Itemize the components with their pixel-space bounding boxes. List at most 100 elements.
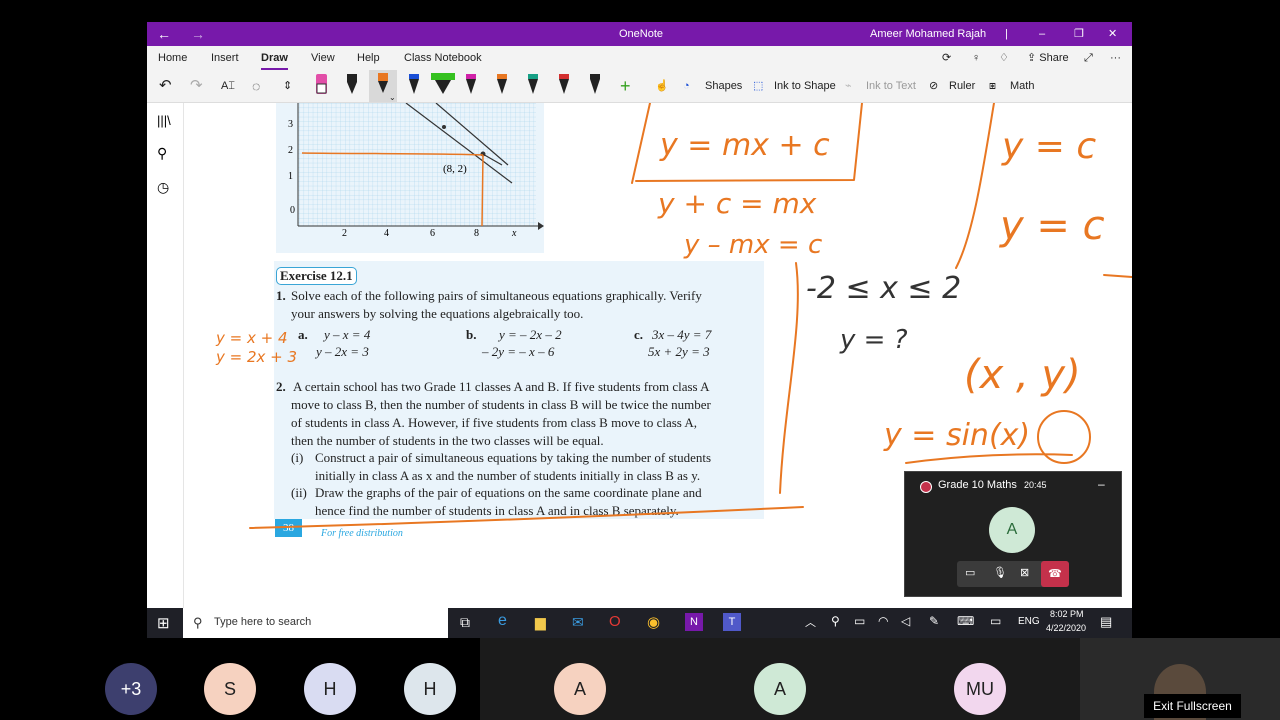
pen-red[interactable] bbox=[559, 74, 569, 94]
shapes-icon[interactable]: ◔ bbox=[683, 70, 690, 102]
pen-blue[interactable] bbox=[409, 74, 419, 94]
eraser-icon[interactable] bbox=[316, 74, 327, 94]
participant-avatar-h1[interactable]: H bbox=[304, 663, 356, 715]
keyboard-icon[interactable]: ⌨ bbox=[957, 614, 974, 628]
ink-y-question: y = ? bbox=[839, 325, 908, 355]
ruler-button[interactable]: Ruler bbox=[949, 70, 975, 102]
ink-eq2: y = 2x + 3 bbox=[215, 348, 297, 366]
ink-to-text-button[interactable]: Ink to Text bbox=[866, 70, 916, 102]
file-explorer-icon[interactable]: ▆ bbox=[535, 614, 546, 631]
title-bar: ← → OneNote Ameer Mohamed Rajah | – ❐ ✕ bbox=[147, 22, 1132, 46]
ink-pair: (x , y) bbox=[964, 352, 1081, 398]
search-placeholder: Type here to search bbox=[214, 616, 312, 628]
volume-icon[interactable]: ◁ bbox=[901, 614, 910, 628]
tab-view[interactable]: View bbox=[311, 46, 335, 70]
more-icon[interactable]: ··· bbox=[1110, 46, 1121, 70]
lightbulb-icon[interactable]: ♀ bbox=[972, 46, 980, 70]
recording-icon bbox=[920, 481, 932, 493]
pen-magenta[interactable] bbox=[466, 74, 476, 94]
pen-black-2[interactable] bbox=[590, 74, 600, 94]
ink-underline-page bbox=[249, 506, 804, 529]
display-icon[interactable]: ▭ bbox=[990, 614, 1001, 628]
shapes-button[interactable]: Shapes bbox=[705, 70, 742, 102]
add-pen-icon[interactable]: + bbox=[620, 76, 631, 96]
battery-icon[interactable]: ▭ bbox=[854, 614, 865, 628]
recent-clock-icon[interactable]: ◷ bbox=[157, 179, 173, 195]
task-view-icon[interactable]: ⧉ bbox=[460, 614, 470, 631]
mail-icon[interactable]: ✉ bbox=[572, 614, 584, 631]
redo-icon[interactable]: ↷ bbox=[190, 70, 203, 102]
share-screen-icon[interactable]: ⊠ bbox=[1020, 566, 1029, 579]
ink-line1: y = mx + c bbox=[659, 128, 830, 163]
ink-to-shape-button[interactable]: Ink to Shape bbox=[774, 70, 836, 102]
participant-avatar-s[interactable]: S bbox=[204, 663, 256, 715]
undo-icon[interactable]: ↶ bbox=[159, 70, 172, 102]
more-participants-avatar[interactable]: +3 bbox=[105, 663, 157, 715]
pen-teal[interactable] bbox=[528, 74, 538, 94]
minimize-meeting-icon[interactable]: – bbox=[1098, 477, 1105, 491]
ink-dash bbox=[1103, 274, 1132, 278]
bell-icon[interactable]: ♢ bbox=[999, 46, 1009, 70]
tab-class-notebook[interactable]: Class Notebook bbox=[404, 46, 482, 70]
sync-icon[interactable]: ⟳ bbox=[942, 46, 951, 70]
ruler-icon[interactable]: ⊘ bbox=[929, 70, 938, 102]
clock-time[interactable]: 8:02 PM bbox=[1050, 609, 1084, 619]
search-icon[interactable]: ⚲ bbox=[157, 145, 173, 161]
onenote-taskbar-icon[interactable]: N bbox=[685, 613, 703, 631]
highlighter-green[interactable] bbox=[431, 73, 455, 94]
touch-draw-icon[interactable]: ☝ bbox=[655, 70, 669, 102]
tab-help[interactable]: Help bbox=[357, 46, 380, 70]
meeting-window[interactable]: Grade 10 Maths 20:45 – A ▭ 🎙 ⊠ ☎ bbox=[904, 471, 1122, 597]
ink-to-shape-icon[interactable]: ⬚ bbox=[753, 70, 763, 102]
pen-black-1[interactable] bbox=[347, 74, 357, 94]
type-select-icon[interactable]: A⌶ bbox=[221, 70, 235, 102]
exit-fullscreen-button[interactable]: Exit Fullscreen bbox=[1144, 694, 1241, 718]
participant-avatar-a2[interactable]: A bbox=[754, 663, 806, 715]
math-icon[interactable]: ⧆ bbox=[989, 70, 996, 102]
expand-icon[interactable]: ⤢ bbox=[1084, 46, 1093, 70]
hang-up-button[interactable]: ☎ bbox=[1041, 561, 1069, 587]
notebooks-icon[interactable]: |||\ bbox=[157, 113, 173, 129]
share-label: Share bbox=[1039, 52, 1069, 64]
microphone-icon[interactable]: 🎙 bbox=[993, 566, 1007, 579]
participant-avatar-h2[interactable]: H bbox=[404, 663, 456, 715]
wifi-icon[interactable]: ◠ bbox=[878, 614, 888, 628]
tab-draw[interactable]: Draw bbox=[261, 46, 288, 70]
mic-tray-icon[interactable]: ⚲ bbox=[831, 614, 840, 628]
search-icon: ⚲ bbox=[193, 615, 203, 630]
lasso-select-icon[interactable]: ◌ bbox=[252, 70, 260, 102]
tab-insert[interactable]: Insert bbox=[211, 46, 239, 70]
ink-to-text-icon: ⌁ bbox=[845, 80, 852, 92]
ink-inequality: -2 ≤ x ≤ 2 bbox=[806, 271, 961, 306]
camera-off-icon[interactable]: ▭ bbox=[965, 566, 975, 579]
close-icon[interactable]: ✕ bbox=[1108, 22, 1117, 46]
language-indicator[interactable]: ENG bbox=[1018, 616, 1040, 627]
teams-icon[interactable]: T bbox=[723, 613, 741, 631]
user-name[interactable]: Ameer Mohamed Rajah bbox=[870, 22, 986, 46]
pen-orange-2[interactable] bbox=[497, 74, 507, 94]
tab-home[interactable]: Home bbox=[158, 46, 187, 70]
pen-tray-icon[interactable]: ✎ bbox=[929, 614, 939, 628]
windows-start-icon[interactable]: ⊞ bbox=[157, 614, 170, 632]
minimize-icon[interactable]: – bbox=[1039, 22, 1045, 46]
taskbar-search[interactable]: ⚲ Type here to search bbox=[183, 608, 448, 638]
math-button[interactable]: Math bbox=[1010, 70, 1034, 102]
add-space-icon[interactable]: ⇕ bbox=[283, 70, 292, 102]
svg-text:+: + bbox=[620, 76, 631, 96]
ink-bracket bbox=[779, 262, 799, 494]
restore-icon[interactable]: ❐ bbox=[1074, 22, 1084, 46]
edge-icon[interactable]: e bbox=[498, 612, 507, 630]
notifications-icon[interactable]: ▤ bbox=[1100, 614, 1112, 630]
participant-avatar-a1[interactable]: A bbox=[554, 663, 606, 715]
meeting-title: Grade 10 Maths bbox=[938, 479, 1017, 491]
chevron-up-icon[interactable]: ︿ bbox=[805, 614, 816, 630]
opera-icon[interactable]: O bbox=[609, 613, 621, 630]
forward-arrow-icon[interactable]: → bbox=[191, 22, 205, 46]
participant-avatar-mu[interactable]: MU bbox=[954, 663, 1006, 715]
share-button[interactable]: ⇪ Share bbox=[1027, 46, 1069, 70]
clock-date[interactable]: 4/22/2020 bbox=[1046, 623, 1086, 633]
window-title: OneNote bbox=[619, 28, 664, 40]
ribbon-tabs: Home Insert Draw View Help Class Noteboo… bbox=[147, 46, 1132, 70]
back-arrow-icon[interactable]: ← bbox=[157, 22, 171, 46]
chrome-icon[interactable]: ◉ bbox=[647, 613, 660, 631]
